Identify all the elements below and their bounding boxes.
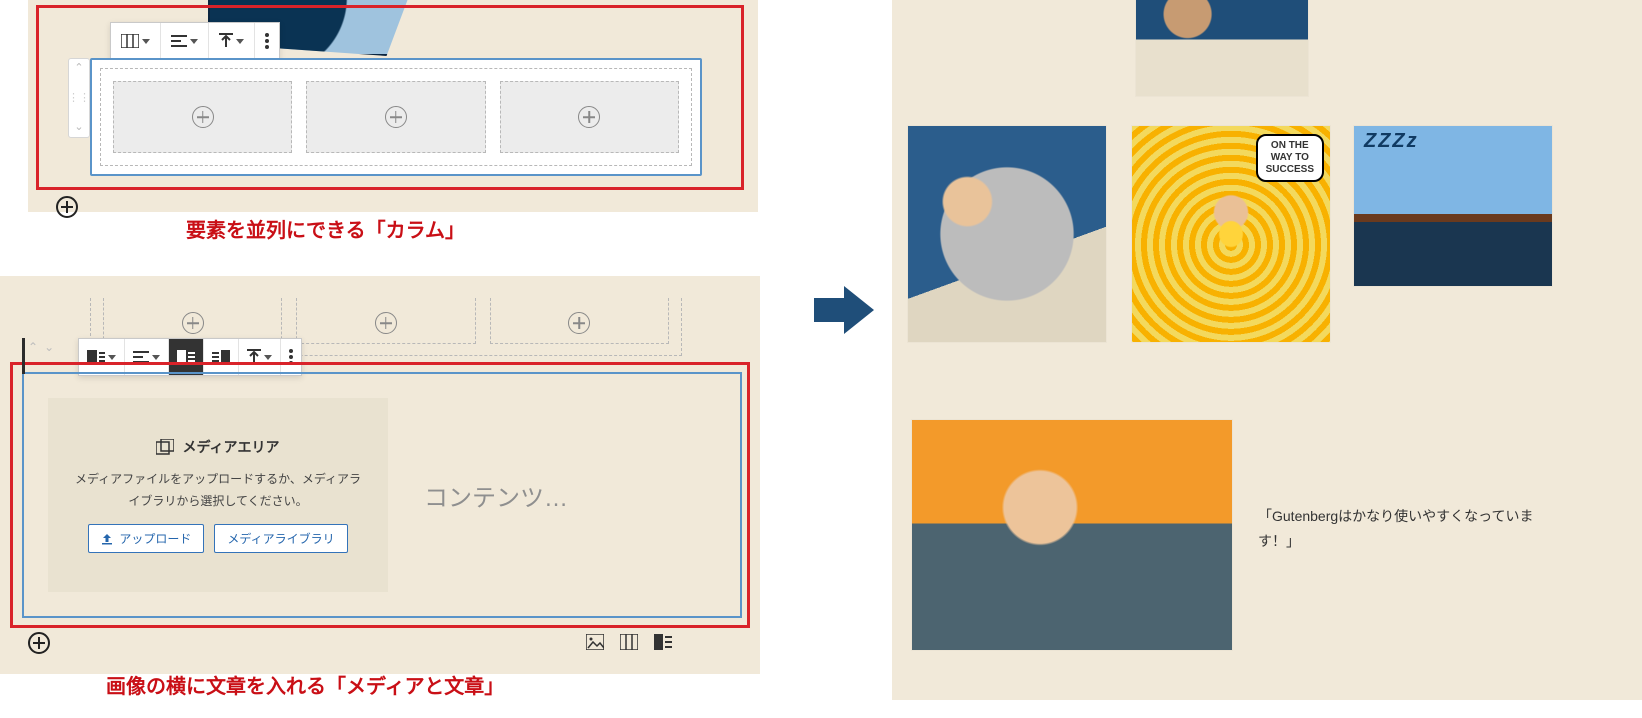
chevron-down-icon	[190, 39, 198, 44]
media-text-block-selected[interactable]: メディアエリア メディアファイルをアップロードするか、メディアラ イブラリから選…	[22, 372, 742, 618]
media-icon	[156, 439, 174, 455]
chevron-down-icon	[152, 355, 160, 360]
annotation-caption-columns: 要素を並列にできる「カラム」	[186, 214, 465, 243]
media-placeholder-title: メディアエリア	[156, 437, 279, 457]
add-block-icon[interactable]	[182, 312, 204, 334]
block-shortcut-icons	[586, 634, 672, 650]
preview-column-image	[908, 126, 1106, 342]
preview-column-image: ON THE WAY TO SUCCESS	[1132, 126, 1330, 342]
vertical-align-button[interactable]	[209, 23, 255, 59]
media-library-button-label: メディアライブラリ	[227, 530, 334, 547]
preview-hero-image	[1136, 0, 1308, 96]
add-block-icon[interactable]	[578, 106, 600, 128]
drag-handle-icon[interactable]: ⋮⋮	[68, 93, 90, 104]
chevron-down-icon	[236, 39, 244, 44]
media-placeholder-description: メディアファイルをアップロードするか、メディアラ イブラリから選択してください。	[75, 469, 361, 512]
image-block-shortcut[interactable]	[586, 634, 604, 650]
add-block-icon[interactable]	[192, 106, 214, 128]
sleep-text: ZZZz	[1364, 130, 1419, 153]
columns-block-inner	[100, 68, 692, 166]
upload-button-label: アップロード	[119, 530, 191, 547]
columns-block-toolbar	[110, 22, 280, 60]
add-block-button[interactable]	[28, 632, 50, 654]
media-text-content-area[interactable]: コンテンツ…	[414, 398, 716, 592]
speech-bubble: ON THE WAY TO SUCCESS	[1256, 134, 1324, 182]
result-preview-panel: ON THE WAY TO SUCCESS ZZZz 「Gutenbergはかな…	[892, 0, 1642, 700]
move-down-button[interactable]: ⌄	[74, 122, 83, 133]
column-slot[interactable]	[296, 298, 475, 344]
media-text-block-shortcut[interactable]	[654, 634, 672, 650]
transition-arrow-icon	[814, 286, 874, 334]
move-down-button[interactable]: ⌄	[44, 340, 54, 364]
media-placeholder-title-text: メディアエリア	[182, 437, 279, 457]
columns-icon	[121, 34, 139, 48]
annotation-caption-media-text: 画像の横に文章を入れる「メディアと文章」	[106, 670, 504, 699]
columns-block-editor-panel: ⌃ ⋮⋮ ⌄	[28, 0, 758, 212]
image-icon	[586, 634, 604, 650]
block-mover: ⌃ ⋮⋮ ⌄	[68, 58, 90, 138]
block-type-button[interactable]	[111, 23, 161, 59]
more-vertical-icon	[265, 33, 269, 49]
add-block-icon[interactable]	[568, 312, 590, 334]
upload-icon	[101, 533, 113, 545]
media-button-row: アップロード メディアライブラリ	[88, 524, 347, 553]
bubble-line: WAY TO	[1271, 152, 1309, 163]
chevron-down-icon	[264, 355, 272, 360]
column-slot[interactable]	[490, 298, 669, 344]
media-desc-line: メディアファイルをアップロードするか、メディアラ	[75, 472, 361, 486]
chevron-down-icon	[108, 355, 116, 360]
bubble-line: ON THE	[1271, 140, 1309, 151]
upload-button[interactable]: アップロード	[88, 524, 204, 553]
columns-icon	[620, 634, 638, 650]
valign-top-icon	[219, 33, 233, 49]
column-slot[interactable]	[500, 81, 679, 153]
align-button[interactable]	[161, 23, 209, 59]
chevron-down-icon	[142, 39, 150, 44]
add-block-button[interactable]	[56, 196, 78, 218]
content-placeholder-text: コンテンツ…	[424, 478, 568, 513]
more-options-button[interactable]	[255, 23, 279, 59]
bubble-line: SUCCESS	[1266, 164, 1314, 175]
media-library-button[interactable]: メディアライブラリ	[214, 524, 347, 553]
add-block-icon[interactable]	[385, 106, 407, 128]
preview-column-image: ZZZz	[1354, 126, 1552, 286]
add-block-icon[interactable]	[375, 312, 397, 334]
move-up-button[interactable]: ⌃	[74, 63, 83, 74]
media-text-icon	[654, 634, 672, 650]
preview-media-text-image	[912, 420, 1232, 650]
align-icon	[171, 34, 187, 48]
column-slot[interactable]	[306, 81, 485, 153]
media-placeholder-area: メディアエリア メディアファイルをアップロードするか、メディアラ イブラリから選…	[48, 398, 388, 592]
block-mover-horizontal: ⌃ ⌄	[28, 340, 64, 364]
media-desc-line: イブラリから選択してください。	[128, 494, 307, 508]
columns-block-shortcut[interactable]	[620, 634, 638, 650]
media-text-block-editor-panel: ⌃ ⌄ メディアエリア	[0, 276, 760, 674]
move-up-button[interactable]: ⌃	[28, 340, 38, 364]
column-slot[interactable]	[113, 81, 292, 153]
preview-media-text-content: 「Gutenbergはかなり使いやすくなっています！」	[1258, 504, 1552, 554]
